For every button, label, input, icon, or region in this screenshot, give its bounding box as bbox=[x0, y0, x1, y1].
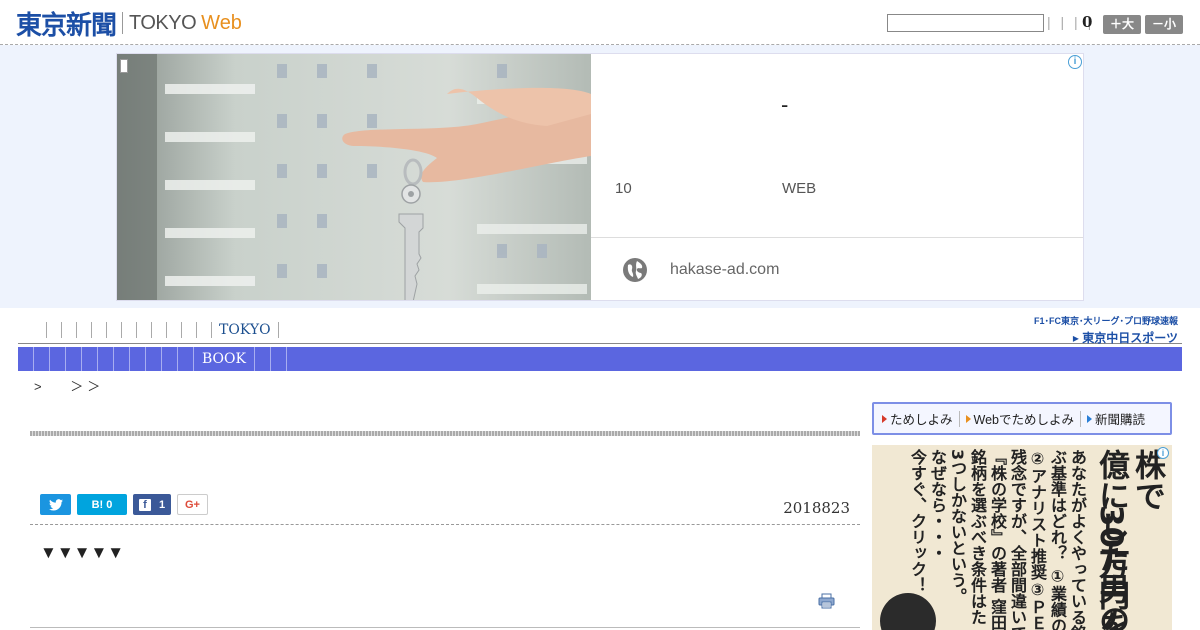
article-lead-markers: ▼▼▼▼▼ bbox=[40, 543, 125, 562]
counter-value: 0 bbox=[1082, 13, 1093, 31]
secondary-nav-item[interactable] bbox=[271, 347, 287, 371]
site-logo[interactable]: 東京新聞 TOKYO Web bbox=[16, 8, 242, 41]
article-date: 2018823 bbox=[783, 499, 850, 517]
side-ad-body-line: 『株の学校』の著者 窪田氏 bbox=[988, 449, 1007, 630]
secondary-nav-item[interactable] bbox=[98, 347, 114, 371]
site-header: 東京新聞 TOKYO Web | | | | 0 ＋大 －小 bbox=[0, 0, 1200, 45]
side-ad-body-line: ②アナリスト推奨③ＰＥ bbox=[1028, 449, 1047, 630]
secondary-nav-item[interactable] bbox=[50, 347, 66, 371]
share-buttons: B! 0 f 1 G+ bbox=[40, 494, 208, 515]
primary-nav-item[interactable] bbox=[92, 322, 107, 338]
primary-nav-item[interactable] bbox=[122, 322, 137, 338]
search-input[interactable] bbox=[887, 14, 1044, 32]
side-ad-body-line: 銘柄を選ぶべき条件はた bbox=[968, 449, 987, 625]
article-title-rule bbox=[30, 431, 860, 436]
globe-icon bbox=[623, 258, 647, 282]
ad-domain[interactable]: hakase-ad.com bbox=[670, 261, 779, 279]
secondary-nav-item[interactable] bbox=[162, 347, 178, 371]
logo-divider bbox=[122, 12, 124, 34]
sub-trial-label: ためしよみ bbox=[890, 413, 953, 427]
display-ad[interactable]: - 10 WEB hakase-ad.com i bbox=[116, 53, 1084, 301]
side-ad-headline-2: 億にした男の bbox=[1093, 449, 1129, 630]
article: B! 0 f 1 G+ 2018823 ▼▼▼▼▼ bbox=[30, 400, 860, 630]
secondary-nav-items: BOOK bbox=[18, 347, 1182, 371]
arrow-icon bbox=[965, 414, 971, 423]
secondary-nav-item[interactable] bbox=[66, 347, 82, 371]
facebook-icon: f bbox=[138, 498, 151, 511]
primary-nav-item[interactable] bbox=[107, 322, 122, 338]
side-ad-body-line: 3つしかないという。 bbox=[948, 449, 967, 605]
sub-separator bbox=[1080, 410, 1081, 427]
sub-separator bbox=[958, 410, 960, 427]
logo-japanese: 東京新聞 bbox=[16, 10, 117, 41]
secondary-nav-item[interactable]: BOOK bbox=[194, 347, 255, 371]
primary-nav-item[interactable] bbox=[197, 322, 212, 338]
ad-title[interactable]: - bbox=[781, 92, 788, 118]
sidebar-ad[interactable]: 株で 30万円を 億にした男の あなたがよくやっている銘 ぶ基準はどれ？ ①業績の… bbox=[872, 445, 1172, 630]
sub-trial-link[interactable]: ためしよみ bbox=[882, 409, 953, 428]
secondary-nav-item[interactable] bbox=[34, 347, 50, 371]
chunichi-sports-link[interactable]: F1･FC東京･大リーグ･プロ野球速報 ▸ 東京中日スポーツ bbox=[1034, 314, 1178, 346]
secondary-nav-item[interactable] bbox=[178, 347, 194, 371]
primary-nav-item[interactable]: TOKYO bbox=[212, 322, 279, 338]
logo-english: TOKYO bbox=[129, 11, 197, 34]
twitter-share-button[interactable] bbox=[40, 494, 71, 515]
secondary-nav-item[interactable] bbox=[130, 347, 146, 371]
primary-nav: TOKYO F1･FC東京･大リーグ･プロ野球速報 ▸ 東京中日スポーツ bbox=[18, 314, 1182, 346]
side-ad-body-line: ぶ基準はどれ？ ①業績の bbox=[1048, 449, 1067, 630]
primary-nav-item[interactable] bbox=[32, 322, 47, 338]
article-bottom-rule bbox=[30, 627, 860, 628]
primary-nav-item[interactable] bbox=[167, 322, 182, 338]
breadcrumb[interactable]: > ＞＞ bbox=[34, 376, 104, 395]
side-ad-portrait bbox=[880, 593, 936, 630]
secondary-nav-item[interactable] bbox=[255, 347, 271, 371]
google-plus-share-button[interactable]: G+ bbox=[177, 494, 208, 515]
ad-info-icon[interactable]: i bbox=[1068, 55, 1082, 69]
side-ad-headline-1: 株で bbox=[1129, 449, 1165, 511]
side-ad-body-line: あなたがよくやっている銘 bbox=[1068, 449, 1087, 630]
ad-info-icon[interactable]: i bbox=[1157, 447, 1169, 459]
ad-photo bbox=[117, 54, 591, 300]
side-ad-body-line: なぜなら・・・ bbox=[928, 449, 947, 561]
sub-subscribe-link[interactable]: 新聞購読 bbox=[1087, 409, 1145, 428]
facebook-share-count: 1 bbox=[158, 498, 166, 511]
chunichi-title: ▸ 東京中日スポーツ bbox=[1072, 331, 1178, 345]
facebook-share-button[interactable]: f 1 bbox=[133, 494, 171, 515]
primary-nav-item[interactable] bbox=[47, 322, 62, 338]
ad-photo-image bbox=[117, 54, 591, 300]
ad-description-part: WEB bbox=[782, 180, 817, 197]
font-size-decrease-button[interactable]: －小 bbox=[1145, 15, 1183, 34]
ad-divider bbox=[591, 237, 1083, 238]
primary-nav-item[interactable] bbox=[77, 322, 92, 338]
side-ad-body-line: 残念ですが、全部間違いで bbox=[1008, 449, 1027, 630]
secondary-nav: BOOK bbox=[18, 347, 1182, 371]
article-divider bbox=[30, 524, 860, 525]
sub-web-trial-link[interactable]: Webでためしよみ bbox=[965, 409, 1074, 428]
chunichi-subtitle: F1･FC東京･大リーグ･プロ野球速報 bbox=[1033, 316, 1178, 326]
secondary-nav-item[interactable] bbox=[18, 347, 34, 371]
secondary-nav-item[interactable] bbox=[146, 347, 162, 371]
ad-choices-marker[interactable] bbox=[120, 59, 128, 73]
side-ad-body-line: 今すぐ、クリック！ bbox=[908, 449, 927, 593]
primary-nav-item[interactable] bbox=[152, 322, 167, 338]
primary-nav-item[interactable] bbox=[137, 322, 152, 338]
primary-nav-item[interactable] bbox=[62, 322, 77, 338]
twitter-icon bbox=[48, 498, 63, 511]
arrow-icon bbox=[1087, 414, 1092, 423]
print-icon[interactable] bbox=[818, 593, 835, 609]
font-size-increase-button[interactable]: ＋大 bbox=[1103, 15, 1141, 34]
primary-nav-items: TOKYO bbox=[32, 322, 279, 338]
secondary-nav-item[interactable] bbox=[114, 347, 130, 371]
hatena-bookmark-button[interactable]: B! 0 bbox=[77, 494, 127, 515]
sub-web-trial-label: Webでためしよみ bbox=[973, 413, 1074, 427]
logo-web: Web bbox=[201, 11, 242, 34]
sub-subscribe-label: 新聞購読 bbox=[1095, 413, 1146, 427]
arrow-icon bbox=[882, 414, 887, 423]
ad-description-part: 10 bbox=[615, 180, 632, 197]
subscription-bar: ためしよみ Webでためしよみ 新聞購読 bbox=[872, 402, 1172, 435]
secondary-nav-item[interactable] bbox=[82, 347, 98, 371]
primary-nav-item[interactable] bbox=[182, 322, 197, 338]
